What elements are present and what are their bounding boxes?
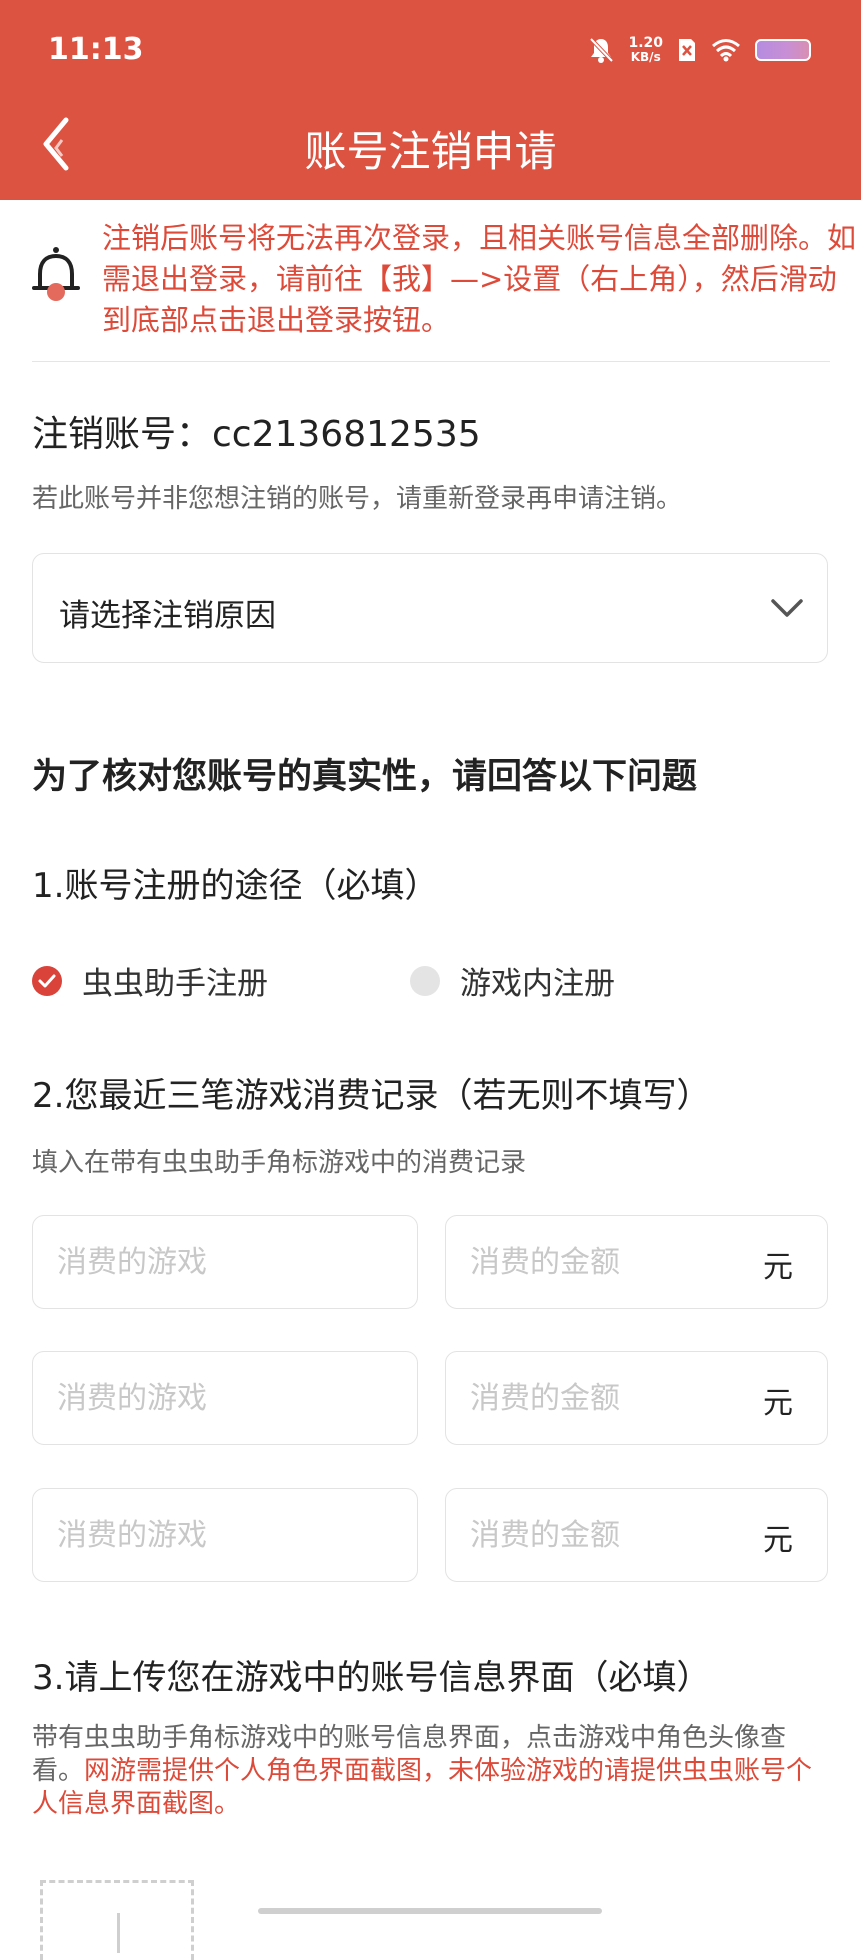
game-input-2[interactable] [57,1376,317,1420]
amount-field-3[interactable]: 元 [445,1488,828,1582]
notice-text: 注销后账号将无法再次登录，且相关账号信息全部删除。如需退出登录，请前往【我】—>… [102,221,857,337]
currency-unit: 元 [763,1386,793,1421]
sim-x-icon [679,39,695,61]
net-speed-value: 1.20 [628,35,663,51]
app-header: 11:13 1.20 KB/s 账号注销申请 [0,0,861,200]
game-field-3[interactable] [32,1488,418,1582]
question-3-title: 3.请上传您在游戏中的账号信息界面（必填） [32,1658,711,1698]
question-2-title: 2.您最近三笔游戏消费记录（若无则不填写） [32,1076,711,1116]
question-3-hint: 带有虫虫助手角标游戏中的账号信息界面，点击游戏中角色头像查看。网游需提供个人角色… [32,1722,832,1821]
amount-field-1[interactable]: 元 [445,1215,828,1309]
account-id-label: 注销账号：cc2136812535 [32,414,481,455]
hint-warning-text: 网游需提供个人角色界面截图，未体验游戏的请提供虫虫账号个人信息界面截图。 [32,1756,813,1819]
home-indicator[interactable] [258,1908,602,1914]
cancel-reason-select[interactable]: 请选择注销原因 [32,553,828,663]
amount-input-3[interactable] [470,1513,690,1557]
radio-label: 虫虫助手注册 [82,966,268,1002]
status-icons: 1.20 KB/s [588,32,811,68]
radio-checked-icon [32,965,62,996]
radio-label: 游戏内注册 [460,966,615,1002]
amount-field-2[interactable]: 元 [445,1351,828,1445]
question-1-title: 1.账号注册的途径（必填） [32,866,439,906]
game-input-1[interactable] [57,1240,317,1284]
account-hint: 若此账号并非您想注销的账号，请重新登录再申请注销。 [32,484,683,514]
mute-bell-icon [590,37,614,63]
radio-unchecked-icon [410,965,440,996]
select-label: 请选择注销原因 [59,598,276,634]
game-field-1[interactable] [32,1215,418,1309]
bell-icon [32,247,80,301]
game-input-3[interactable] [57,1513,317,1557]
divider [32,361,830,362]
net-speed-unit: KB/s [630,50,661,64]
battery-icon [755,39,811,61]
plus-icon [117,1913,120,1953]
amount-input-2[interactable] [470,1376,690,1420]
radio-in-game-register[interactable]: 游戏内注册 [410,958,615,1003]
game-field-2[interactable] [32,1351,418,1445]
net-speed: 1.20 KB/s [628,36,663,64]
question-2-hint: 填入在带有虫虫助手角标游戏中的消费记录 [32,1148,527,1178]
chevron-down-icon [771,599,803,617]
verify-section-title: 为了核对您账号的真实性，请回答以下问题 [32,757,698,797]
upload-image-button[interactable] [40,1880,194,1960]
wifi-icon [712,39,740,62]
currency-unit: 元 [763,1250,793,1285]
page-title: 账号注销申请 [304,127,557,176]
amount-input-1[interactable] [470,1240,690,1284]
warning-notice: 注销后账号将无法再次登录，且相关账号信息全部删除。如需退出登录，请前往【我】—>… [32,218,856,348]
status-time: 11:13 [48,32,144,67]
currency-unit: 元 [763,1523,793,1558]
radio-chongchong-register[interactable]: 虫虫助手注册 [32,958,268,1003]
